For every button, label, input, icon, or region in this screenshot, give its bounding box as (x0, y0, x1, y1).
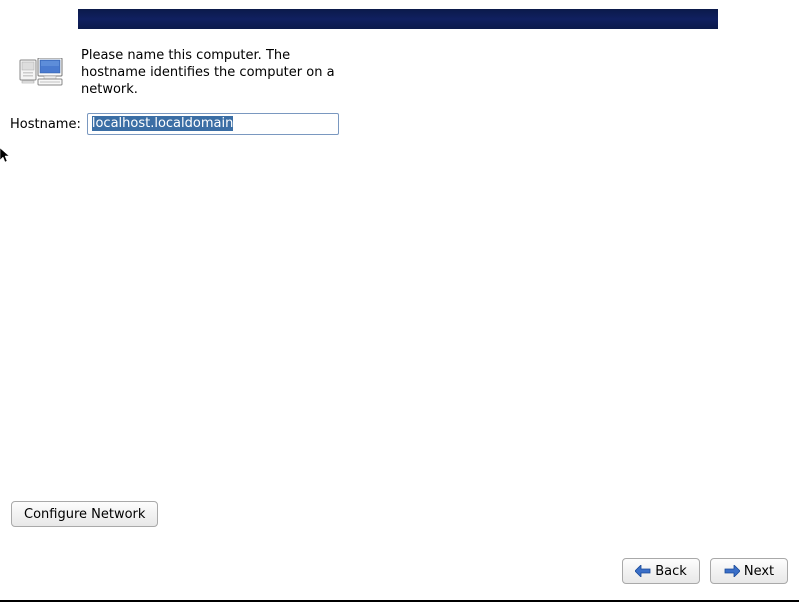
hostname-input[interactable]: localhost.localdomain (87, 113, 339, 135)
arrow-right-icon (724, 565, 740, 577)
hostname-description: Please name this computer. The hostname … (81, 48, 341, 99)
configure-network-button[interactable]: Configure Network (11, 501, 158, 527)
network-computers-icon (18, 58, 68, 90)
hostname-input-value: localhost.localdomain (92, 116, 233, 131)
configure-network-label: Configure Network (24, 507, 145, 522)
back-button[interactable]: Back (622, 558, 700, 584)
mouse-cursor (0, 148, 12, 164)
navigation-buttons: Back Next (622, 558, 788, 584)
arrow-left-icon (635, 565, 651, 577)
next-label: Next (744, 564, 774, 579)
hostname-label: Hostname: (10, 117, 81, 132)
hostname-row: Hostname: localhost.localdomain (10, 113, 339, 135)
back-label: Back (655, 564, 687, 579)
installer-banner (78, 9, 718, 29)
next-button[interactable]: Next (710, 558, 788, 584)
